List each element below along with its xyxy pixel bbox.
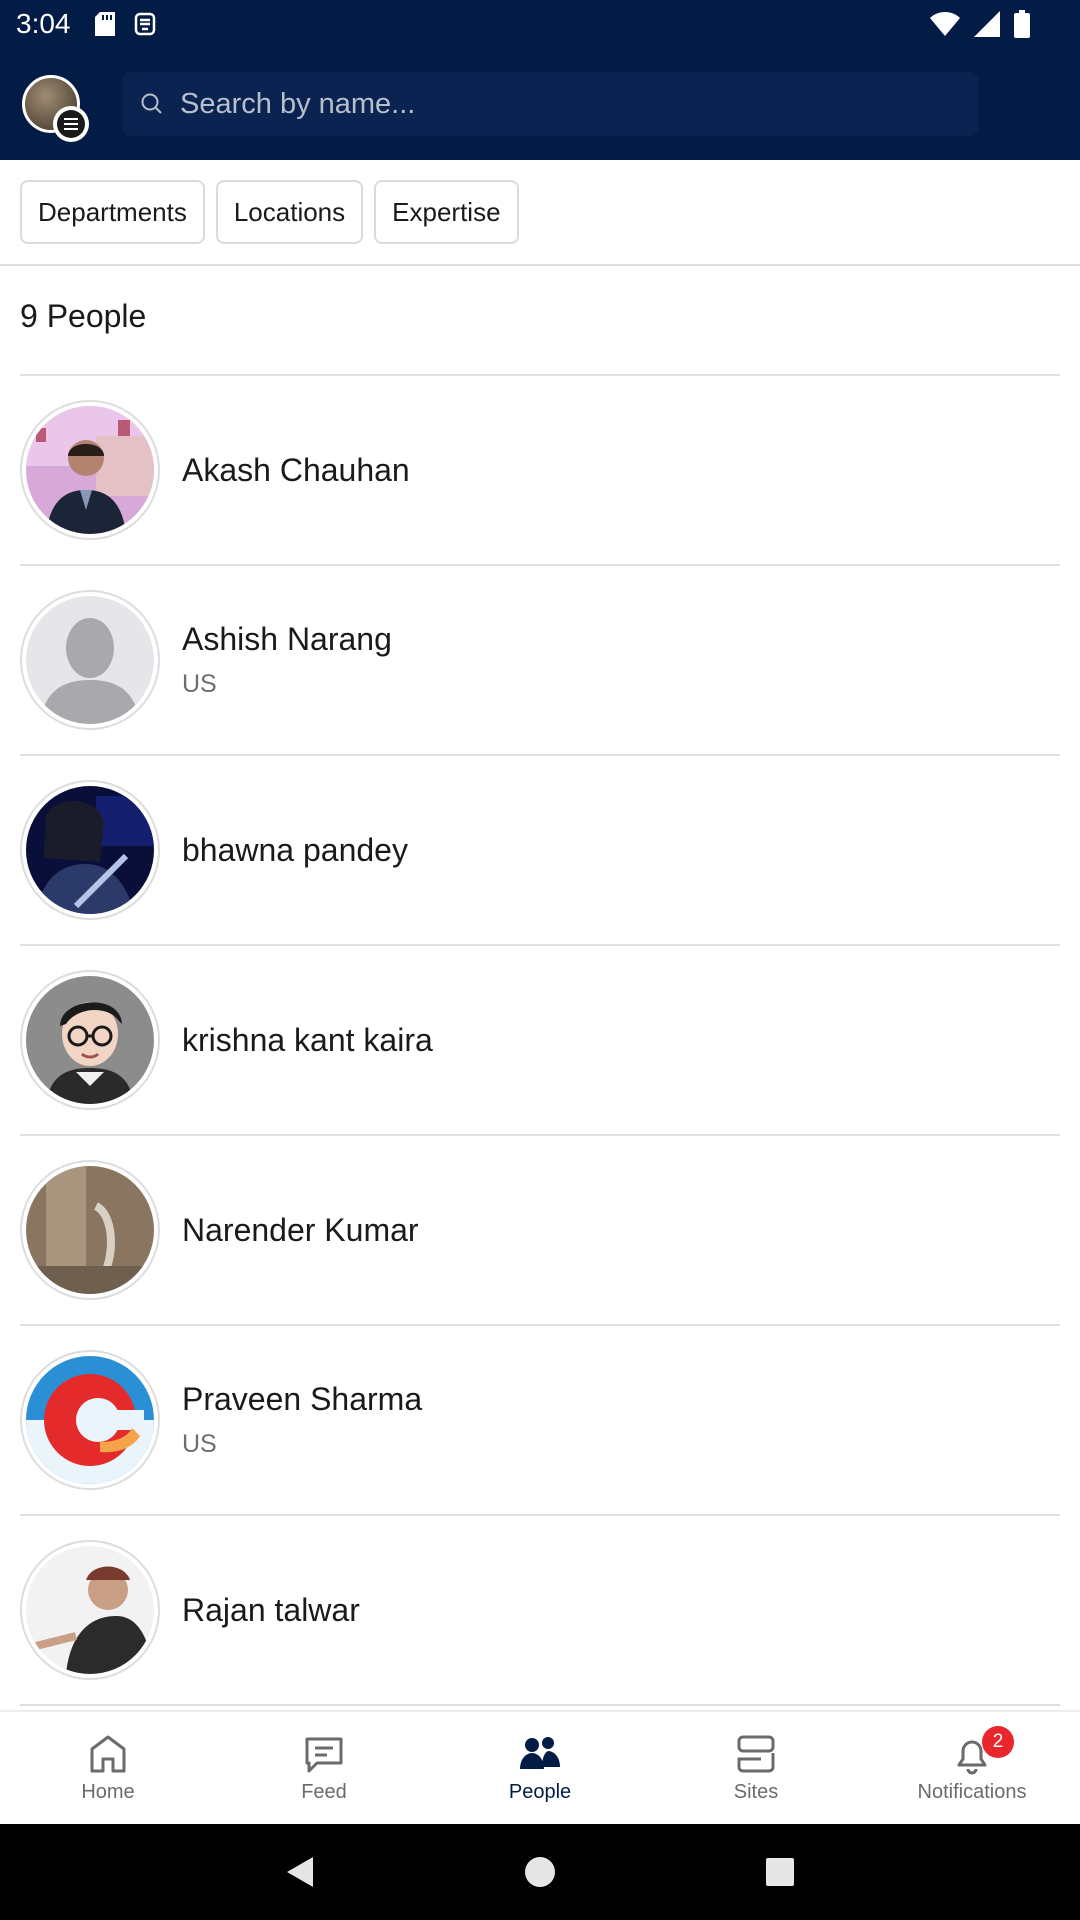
expertise-filter-chip[interactable]: Expertise [374, 180, 519, 244]
person-row[interactable]: bhawna pandey [20, 756, 1060, 946]
nav-home[interactable]: Home [0, 1712, 216, 1824]
status-time: 3:04 [16, 8, 71, 39]
avatar [20, 1350, 160, 1490]
person-row[interactable]: krishna kant kaira [20, 946, 1060, 1136]
nav-label: Notifications [917, 1780, 1027, 1803]
nav-people[interactable]: People [432, 1712, 648, 1824]
default-avatar-icon [26, 596, 154, 724]
cellular-signal-icon [974, 11, 1000, 37]
person-name: Ashish Narang [182, 621, 392, 657]
person-photo [26, 1546, 154, 1674]
user-avatar-menu-button[interactable] [22, 75, 89, 142]
recents-square-icon[interactable] [765, 1857, 795, 1887]
status-bar: 3:04 [0, 0, 1080, 48]
person-name: Rajan talwar [182, 1591, 360, 1628]
notification-count-badge: 2 [982, 1726, 1014, 1758]
sites-icon [737, 1735, 775, 1772]
person-row[interactable]: Rajan talwar [20, 1516, 1060, 1706]
avatar [20, 1540, 160, 1680]
person-name: bhawna pandey [182, 831, 408, 868]
system-nav-bar [0, 1824, 1080, 1920]
locations-filter-chip[interactable]: Locations [215, 180, 364, 244]
person-name: Narender Kumar [182, 1211, 419, 1248]
departments-filter-chip[interactable]: Departments [20, 180, 205, 244]
person-row[interactable]: Narender Kumar [20, 1136, 1060, 1326]
person-location: US [182, 670, 217, 698]
bottom-nav: Home Feed People Sites 2 Notifications [0, 1710, 1080, 1824]
avatar [20, 400, 160, 540]
people-icon [520, 1736, 560, 1769]
nav-label: People [508, 1780, 572, 1803]
person-photo [26, 406, 154, 534]
search-input[interactable] [180, 72, 978, 136]
back-icon[interactable] [285, 1855, 315, 1889]
person-row[interactable]: Ashish Narang US [20, 566, 1060, 756]
logo-avatar [26, 1356, 154, 1484]
nav-feed[interactable]: Feed [216, 1712, 432, 1824]
feed-icon [305, 1737, 343, 1772]
sd-card-icon [94, 12, 115, 36]
menu-badge [53, 106, 89, 142]
app-notification-icon [134, 12, 155, 36]
cartoon-avatar [26, 976, 154, 1104]
battery-icon [1014, 10, 1030, 38]
nav-label: Home [81, 1780, 135, 1803]
avatar [20, 970, 160, 1110]
avatar [20, 1160, 160, 1300]
people-list: Akash Chauhan Ashish Narang US bhawna pa… [20, 376, 1060, 1706]
nav-notifications[interactable]: 2 Notifications [864, 1712, 1080, 1824]
filter-bar: Departments Locations Expertise [0, 160, 1080, 266]
home-circle-icon[interactable] [524, 1856, 556, 1888]
nav-label: Feed [301, 1780, 347, 1803]
search-box[interactable] [122, 72, 978, 136]
person-name: Akash Chauhan [182, 451, 410, 488]
nav-label: Sites [733, 1780, 779, 1803]
person-location: US [182, 1430, 217, 1458]
person-name: krishna kant kaira [182, 1021, 433, 1058]
person-row[interactable]: Praveen Sharma US [20, 1326, 1060, 1516]
person-photo [26, 786, 154, 914]
nav-sites[interactable]: Sites [648, 1712, 864, 1824]
home-icon [90, 1735, 126, 1772]
app-header [0, 48, 1080, 160]
search-icon [141, 93, 162, 114]
person-name: Praveen Sharma [182, 1381, 423, 1417]
person-photo [26, 1166, 154, 1294]
avatar [20, 590, 160, 730]
person-row[interactable]: Akash Chauhan [20, 376, 1060, 566]
hamburger-menu-icon [64, 118, 78, 130]
wifi-icon [930, 12, 960, 36]
avatar [20, 780, 160, 920]
people-count: 9 People [20, 298, 147, 334]
